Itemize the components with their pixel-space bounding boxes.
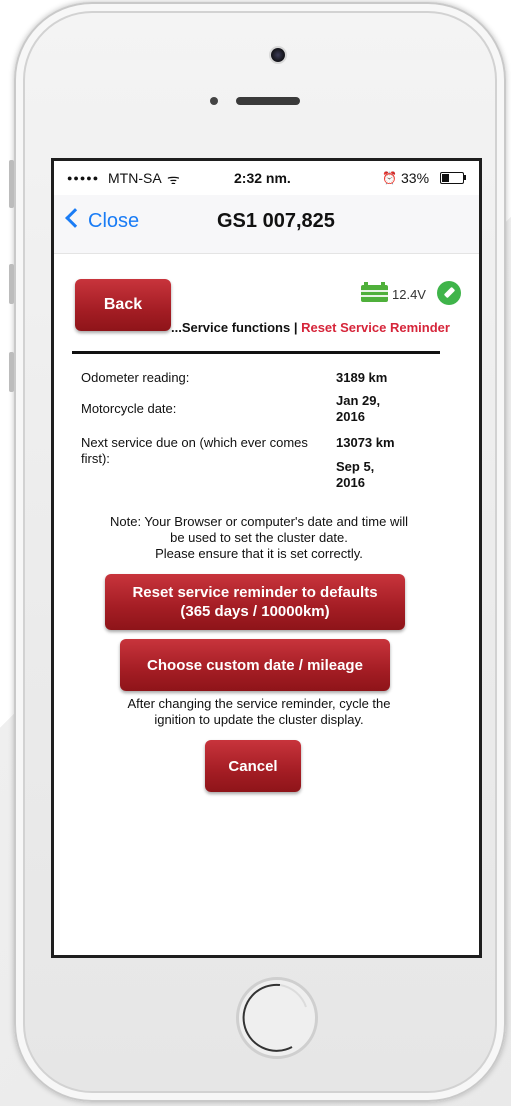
motorcycle-date-value: Jan 29, 2016 (336, 393, 380, 425)
battery-icon (361, 282, 388, 302)
note-line2: be used to set the cluster date. (170, 530, 348, 545)
navigation-bar: Close GS1 007,825 (54, 195, 479, 254)
wifi-icon: ᯤ (167, 171, 180, 187)
volume-down-button (9, 352, 14, 392)
next-service-date-line1: Sep 5, (336, 459, 375, 474)
chevron-left-icon (65, 208, 85, 228)
breadcrumb-parent[interactable]: ...Service functions | (171, 320, 301, 335)
status-ok-icon (437, 281, 461, 305)
odometer-value: 3189 km (336, 370, 388, 385)
earpiece-speaker (236, 97, 300, 105)
status-bar: ●●●●● MTN-SA ᯤ 2:32 nm. ⏰ 33% (54, 161, 479, 195)
battery-tip (464, 175, 466, 180)
clock: 2:32 nm. (234, 170, 291, 186)
breadcrumb-current: Reset Service Reminder (301, 320, 450, 335)
mute-switch (9, 160, 14, 208)
voltage-reading: 12.4V (392, 287, 426, 302)
next-service-km: 13073 km (336, 435, 395, 450)
next-service-label: Next service due on (which ever comes fi… (81, 435, 308, 467)
motorcycle-date-label: Motorcycle date: (81, 401, 177, 416)
reset-defaults-line2: (365 days / 10000km) (180, 603, 330, 620)
volume-up-button (9, 264, 14, 304)
next-service-label-line1: Next service due on (which ever comes (81, 435, 308, 450)
custom-date-mileage-button[interactable]: Choose custom date / mileage (120, 639, 390, 691)
front-camera (271, 48, 285, 62)
motorcycle-date-line1: Jan 29, (336, 393, 381, 408)
next-service-label-line2: first): (81, 451, 110, 466)
breadcrumb: ...Service functions | Reset Service Rem… (171, 320, 450, 335)
home-button-arc (242, 983, 307, 1052)
close-label: Close (88, 210, 140, 232)
battery-status-icon (440, 172, 464, 184)
note-line1: Note: Your Browser or computer's date an… (109, 514, 408, 529)
next-service-date-line2: 2016 (336, 475, 365, 490)
header-divider (72, 351, 440, 354)
close-button[interactable]: Close (65, 208, 140, 233)
back-button[interactable]: Back (75, 279, 171, 331)
carrier-label: MTN-SA (108, 170, 162, 186)
cancel-button[interactable]: Cancel (205, 740, 301, 792)
next-service-date: Sep 5, 2016 (336, 459, 374, 491)
reset-defaults-button[interactable]: Reset service reminder to defaults (365 … (105, 574, 405, 630)
battery-percent: 33% (401, 170, 430, 186)
page-title: GS1 007,825 (217, 210, 335, 232)
date-note: Note: Your Browser or computer's date an… (74, 514, 444, 562)
note-line3: Please ensure that it is set correctly. (155, 546, 363, 561)
hint-line2: ignition to update the cluster display. (154, 712, 364, 727)
ignition-hint: After changing the service reminder, cyc… (79, 696, 439, 728)
reset-defaults-line1: Reset service reminder to defaults (132, 584, 378, 601)
signal-strength-icon: ●●●●● (67, 173, 100, 183)
proximity-sensor (210, 97, 218, 105)
odometer-label: Odometer reading: (81, 370, 190, 385)
alarm-icon: ⏰ (382, 171, 397, 185)
phone-screen: ●●●●● MTN-SA ᯤ 2:32 nm. ⏰ 33% Close GS1 … (51, 158, 482, 958)
motorcycle-date-line2: 2016 (336, 409, 365, 424)
hint-line1: After changing the service reminder, cyc… (127, 696, 391, 711)
